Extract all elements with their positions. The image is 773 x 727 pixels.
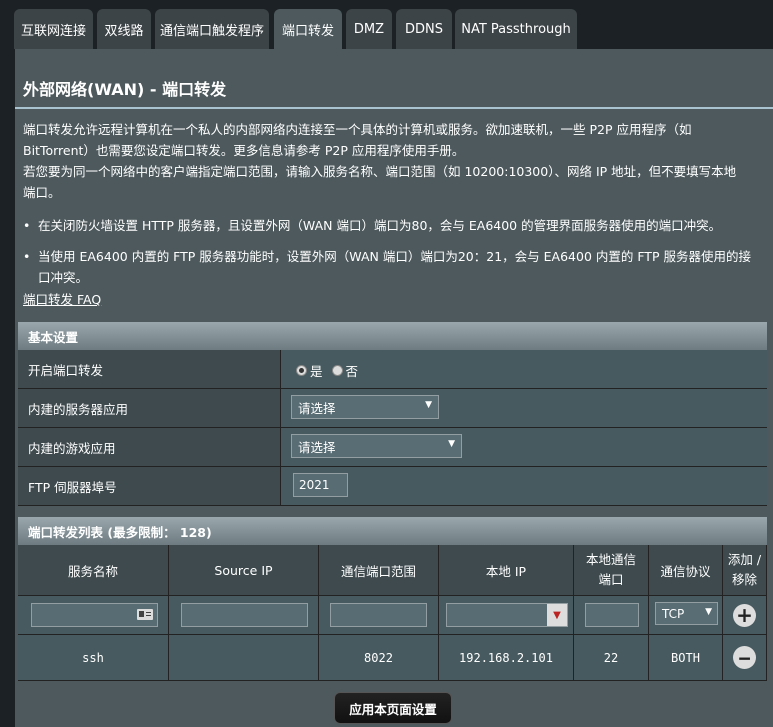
add-cell: + (723, 596, 767, 635)
triangle-down-icon[interactable]: ▼ (547, 604, 567, 626)
col-add-remove: 添加 / 移除 (723, 545, 767, 596)
enable-port-forward-value: 是 否 (281, 350, 767, 388)
tab-nat-passthrough[interactable]: NAT Passthrough (455, 9, 577, 49)
radio-no[interactable] (331, 365, 343, 376)
description-line: BitTorrent）也需要您设定端口转发。更多信息请参考 P2P 应用程序使用… (23, 143, 465, 158)
minus-circle-icon[interactable]: − (733, 646, 756, 669)
server-app-selected: 请选择 (298, 400, 336, 416)
tab-ddns[interactable]: DDNS (396, 9, 452, 49)
col-local-port: 本地通信端口 (574, 545, 649, 596)
tab-port-trigger[interactable]: 通信端口触发程序 (155, 9, 269, 49)
local-ip-cell: ▼ (439, 596, 574, 635)
row-service-name: ssh (18, 635, 169, 681)
ftp-port-label: FTP 伺服器埠号 (18, 467, 281, 505)
description-line: 若您要为同一个网络中的客户端指定端口范围，请输入服务名称、端口范围（如 1020… (23, 164, 737, 179)
local-port-cell (574, 596, 649, 635)
col-service-name: 服务名称 (18, 545, 169, 596)
ftp-port-row: FTP 伺服器埠号 2021 (18, 467, 767, 506)
col-source-ip: Source IP (169, 545, 319, 596)
radio-no-label: 否 (345, 364, 359, 379)
tab-dual-wan[interactable]: 双线路 (97, 9, 151, 49)
protocol-selected: TCP (662, 606, 685, 621)
row-local-port: 22 (574, 635, 649, 681)
plus-circle-icon[interactable]: + (733, 603, 756, 627)
protocol-select[interactable]: TCP ▼ (655, 602, 718, 625)
local-ip-input[interactable]: ▼ (446, 603, 568, 627)
triangle-down-icon: ▼ (448, 439, 455, 449)
port-range-input[interactable] (330, 603, 427, 627)
triangle-down-icon: ▼ (705, 607, 712, 617)
col-protocol: 通信协议 (649, 545, 723, 596)
enable-port-forward-label: 开启端口转发 (18, 350, 281, 388)
title-divider (15, 107, 773, 109)
service-name-cell (18, 596, 169, 635)
row-source-ip (169, 635, 319, 681)
ftp-port-input[interactable]: 2021 (293, 473, 348, 497)
game-app-selected: 请选择 (298, 439, 336, 455)
game-app-value: 请选择 ▼ (281, 428, 767, 466)
port-range-cell (319, 596, 439, 635)
radio-yes-label: 是 (310, 364, 323, 379)
bullet-icon: • (23, 218, 31, 233)
server-app-select[interactable]: 请选择 ▼ (291, 395, 439, 419)
page-title: 外部网络(WAN) - 端口转发 (23, 80, 227, 99)
faq-link[interactable]: 端口转发 FAQ (23, 289, 101, 308)
bullet-icon: • (23, 249, 31, 264)
game-app-row: 内建的游戏应用 请选择 ▼ (18, 428, 767, 467)
tab-dmz[interactable]: DMZ (346, 9, 392, 49)
service-name-input[interactable] (31, 603, 158, 627)
source-ip-input[interactable] (181, 603, 308, 627)
enable-port-forward-row: 开启端口转发 是 否 (18, 350, 767, 389)
col-local-ip: 本地 IP (439, 545, 574, 596)
id-card-icon[interactable] (137, 609, 153, 620)
row-protocol: BOTH (649, 635, 723, 681)
server-app-label: 内建的服务器应用 (18, 389, 281, 427)
source-ip-cell (169, 596, 319, 635)
radio-yes[interactable] (296, 365, 307, 376)
tab-internet[interactable]: 互联网连接 (14, 9, 93, 49)
server-app-row: 内建的服务器应用 请选择 ▼ (18, 389, 767, 428)
apply-button[interactable]: 应用本页面设置 (334, 692, 452, 724)
row-port-range: 8022 (319, 635, 439, 681)
port-forward-table: 服务名称 Source IP 通信端口范围 本地 IP 本地通信端口 通信协议 … (18, 545, 767, 681)
description-line: 端口。 (23, 185, 61, 200)
ftp-port-value: 2021 (281, 467, 767, 505)
local-port-input[interactable] (585, 603, 639, 627)
row-local-ip: 192.168.2.101 (439, 635, 574, 681)
port-list-header: 端口转发列表 (最多限制： 128) (18, 517, 767, 545)
col-port-range: 通信端口范围 (319, 545, 439, 596)
description-line: 端口转发允许远程计算机在一个私人的内部网络内连接至一个具体的计算机或服务。欲加速… (23, 122, 692, 137)
remove-cell: − (723, 635, 767, 681)
game-app-select[interactable]: 请选择 ▼ (291, 434, 462, 458)
server-app-value: 请选择 ▼ (281, 389, 767, 427)
triangle-down-icon: ▼ (425, 400, 432, 410)
tab-port-forward[interactable]: 端口转发 (274, 9, 342, 49)
tab-bar: 互联网连接 双线路 通信端口触发程序 端口转发 DMZ DDNS NAT Pas… (0, 0, 773, 49)
game-app-label: 内建的游戏应用 (18, 428, 281, 466)
note-item: • 当使用 EA6400 内置的 FTP 服务器功能时，设置外网（WAN 端口）… (23, 246, 768, 288)
basic-settings-header: 基本设置 (18, 322, 767, 350)
protocol-cell: TCP ▼ (649, 596, 723, 635)
